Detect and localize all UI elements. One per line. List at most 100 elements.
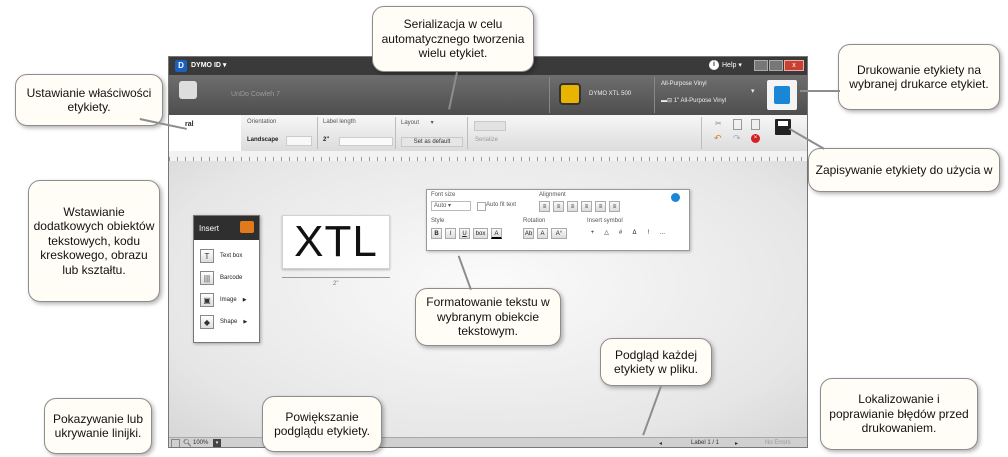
close-button[interactable]: x — [784, 60, 804, 71]
callout-zoom: Powiększanie podglądu etykiety. — [262, 396, 382, 452]
label-dimension-line — [282, 277, 390, 278]
insert-item-label: Image — [220, 297, 237, 303]
label-text[interactable]: XTL — [283, 216, 389, 268]
prev-label-button[interactable]: ◂ — [659, 440, 662, 447]
label-length-value[interactable]: 2" — [323, 137, 329, 143]
properties-ribbon: ral Orientation Landscape Label length 2… — [169, 115, 807, 152]
paste-icon[interactable] — [751, 119, 760, 130]
set-default-button[interactable]: Set as default — [401, 137, 463, 147]
font-size-select[interactable]: Auto ▾ — [431, 201, 471, 211]
print-button[interactable] — [767, 80, 797, 110]
general-tab[interactable]: ral — [169, 115, 241, 151]
rotation-90-button[interactable]: A — [537, 228, 548, 239]
save-icon — [778, 121, 788, 126]
box-button[interactable]: box — [473, 228, 488, 239]
callout-save: Zapisywanie etykiety do użycia w — [808, 148, 1000, 192]
label-size: 1" All-Purpose Vinyl — [673, 98, 727, 104]
printer-icon[interactable] — [559, 83, 581, 105]
maximize-button[interactable] — [769, 60, 783, 71]
chevron-right-icon: ▶ — [242, 297, 247, 303]
undo-icon[interactable]: ↶ — [714, 133, 722, 144]
redo-icon[interactable]: ↷ — [733, 133, 741, 144]
bold-button[interactable]: B — [431, 228, 442, 239]
callout-ruler: Pokazywanie lub ukrywanie linijki. — [44, 398, 152, 454]
help-label: Help — [722, 62, 737, 69]
divider — [467, 117, 468, 149]
serialize-icon[interactable] — [474, 121, 506, 131]
insert-item-label: Text box — [220, 253, 243, 259]
print-icon — [774, 86, 790, 104]
symbol-plus[interactable]: + — [587, 228, 598, 239]
insert-item-label: Barcode — [220, 275, 243, 281]
app-menu-button[interactable]: DYMO ID ▾ — [191, 61, 226, 69]
copy-icon[interactable] — [733, 119, 742, 130]
help-menu[interactable]: Help ▾ — [722, 61, 742, 69]
underline-button[interactable]: U — [459, 228, 470, 239]
align-center-icon[interactable]: ≡ — [553, 201, 564, 212]
symbol-more[interactable]: ... — [657, 228, 668, 239]
insert-title: Insert — [199, 224, 220, 233]
italic-button[interactable]: I — [445, 228, 456, 239]
textbox-icon: T — [200, 249, 214, 263]
chevron-down-icon[interactable]: ▾ — [751, 87, 755, 95]
save-button[interactable] — [775, 119, 791, 135]
auto-fit-checkbox[interactable] — [477, 202, 486, 211]
callout-pointer — [800, 90, 840, 92]
insert-textbox[interactable]: T Text box — [200, 246, 256, 266]
symbol-delta[interactable]: Δ — [629, 228, 640, 239]
printer-name[interactable]: DYMO XTL 500 — [589, 91, 631, 97]
font-color-button[interactable]: A — [491, 228, 502, 239]
serialize-label[interactable]: Serialize — [475, 137, 498, 143]
chevron-right-icon: ▶ — [243, 319, 248, 325]
insert-toggle-icon[interactable] — [240, 221, 254, 233]
orientation-preview[interactable] — [286, 136, 312, 146]
file-title: UnDo Cowleh 7 — [231, 91, 281, 98]
zoom-icon[interactable]: 🔍︎ — [183, 439, 192, 447]
zoom-level[interactable]: 100% — [193, 440, 208, 446]
help-icon[interactable]: i — [709, 60, 719, 70]
rotation-0-button[interactable]: Ab — [523, 228, 534, 239]
insert-panel-header: Insert — [194, 216, 259, 240]
rotation-custom-button[interactable]: A° — [551, 228, 567, 239]
zoom-dropdown[interactable]: ▾ — [213, 439, 221, 447]
label-preview[interactable]: XTL — [282, 215, 390, 269]
symbol-exclamation[interactable]: ! — [643, 228, 654, 239]
insert-symbol-label: Insert symbol — [587, 218, 623, 224]
insert-barcode[interactable]: ||| Barcode — [200, 268, 256, 288]
home-icon[interactable] — [179, 81, 197, 99]
layout-dropdown[interactable]: Layout ▾ — [401, 119, 434, 126]
label-length-label: Label length — [323, 119, 356, 125]
barcode-icon: ||| — [200, 271, 214, 285]
divider — [654, 77, 655, 113]
align-right-icon[interactable]: ≡ — [567, 201, 578, 212]
align-left-icon[interactable]: ≡ — [539, 201, 550, 212]
cut-icon[interactable]: ✂ — [715, 119, 722, 128]
symbol-warning[interactable]: △ — [601, 228, 612, 239]
format-panel-toggle-icon[interactable] — [671, 193, 680, 202]
align-top-icon[interactable]: ≡ — [581, 201, 592, 212]
delete-icon[interactable]: × — [751, 134, 760, 143]
layout-label: Layout — [401, 120, 420, 126]
image-icon: ▣ — [200, 293, 214, 307]
divider — [549, 77, 550, 113]
align-middle-icon[interactable]: ≡ — [595, 201, 606, 212]
orientation-value[interactable]: Landscape — [247, 137, 278, 143]
alignment-label: Alignment — [539, 192, 566, 198]
symbol-hash[interactable]: # — [615, 228, 626, 239]
label-type[interactable]: All-Purpose Vinyl — [661, 81, 707, 87]
callout-errors: Lokalizowanie i poprawianie błędów przed… — [820, 378, 978, 450]
minimize-button[interactable] — [754, 60, 768, 71]
align-justify-icon[interactable]: ≡ — [609, 201, 620, 212]
rotation-label: Rotation — [523, 218, 546, 224]
insert-panel: Insert T Text box ||| Barcode ▣ Image ▶ … — [193, 215, 260, 343]
next-label-button[interactable]: ▸ — [735, 440, 738, 447]
label-length-slider[interactable] — [339, 137, 393, 146]
insert-image[interactable]: ▣ Image ▶ — [200, 290, 256, 310]
errors-status[interactable]: No Errors — [765, 440, 791, 446]
callout-print: Drukowanie etykiety na wybranej drukarce… — [838, 44, 1000, 110]
label-counter: Label 1 / 1 — [691, 440, 720, 446]
insert-shape[interactable]: ◆ Shape ▶ — [200, 312, 256, 332]
app-title: DYMO ID — [191, 62, 221, 69]
ruler-toggle-icon[interactable] — [171, 439, 180, 447]
label-size-selector[interactable]: ▬⊟ 1" All-Purpose Vinyl — [661, 97, 726, 104]
